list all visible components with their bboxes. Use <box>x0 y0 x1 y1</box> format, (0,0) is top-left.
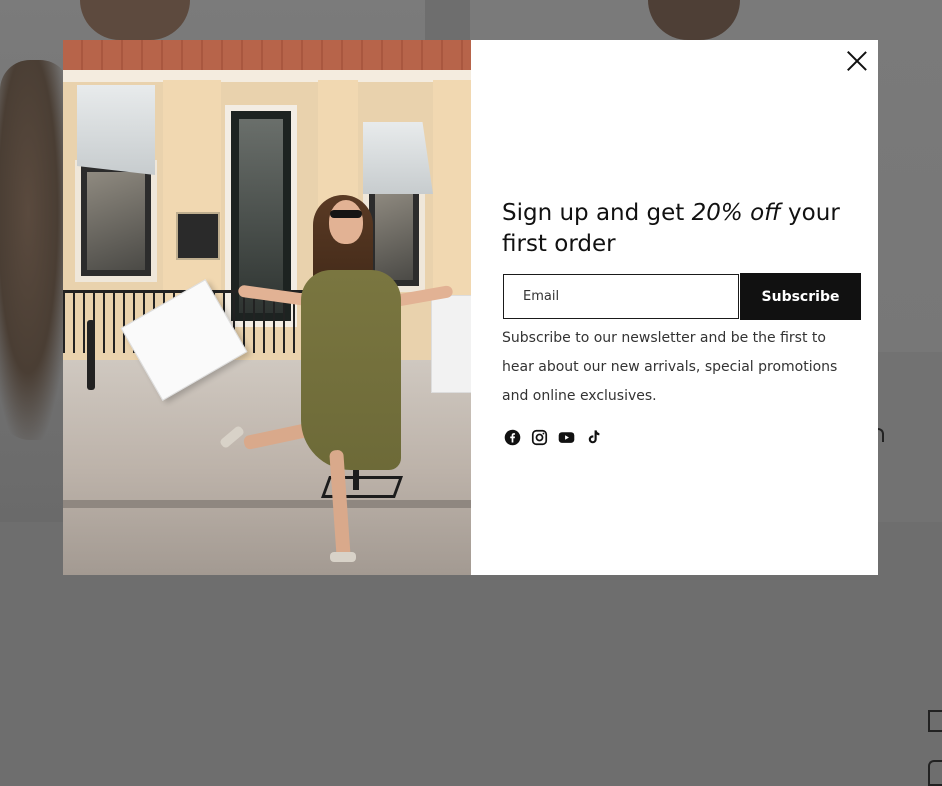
popup-content: Sign up and get 20% off your first order… <box>471 40 878 575</box>
background-icon <box>928 710 942 732</box>
popup-headline: Sign up and get 20% off your first order <box>502 198 872 260</box>
photo-awning <box>77 85 155 175</box>
photo-face <box>329 200 363 244</box>
newsletter-popup: Sign up and get 20% off your first order… <box>63 40 878 575</box>
close-icon[interactable] <box>846 50 868 72</box>
tiktok-icon[interactable] <box>585 429 602 446</box>
background-figure <box>0 60 70 440</box>
facebook-icon[interactable] <box>504 429 521 446</box>
photo-window <box>75 160 157 282</box>
email-field[interactable] <box>503 274 739 319</box>
instagram-icon[interactable] <box>531 429 548 446</box>
photo-cornice <box>63 70 471 82</box>
photo-coat <box>301 270 401 470</box>
photo-shoe <box>330 552 356 562</box>
popup-description: Subscribe to our newsletter and be the f… <box>502 330 838 404</box>
youtube-icon[interactable] <box>558 429 575 446</box>
headline-emphasis: 20% off <box>691 200 781 226</box>
newsletter-form: Subscribe <box>503 273 861 320</box>
social-links <box>504 429 602 446</box>
background-panel <box>878 352 942 786</box>
background-head <box>648 0 740 40</box>
headline-prefix: Sign up and get <box>502 200 692 226</box>
photo-sunglasses <box>330 210 362 218</box>
background-head <box>80 0 190 40</box>
subscribe-button[interactable]: Subscribe <box>740 273 861 320</box>
photo-sidewalk <box>63 360 471 575</box>
photo-bollard <box>87 320 95 390</box>
photo-plaque <box>176 212 220 260</box>
photo-awning <box>363 122 433 194</box>
background-icon <box>928 760 942 786</box>
photo-curb <box>63 500 471 508</box>
photo-shopping-bag <box>431 295 471 393</box>
popup-image <box>63 40 471 575</box>
